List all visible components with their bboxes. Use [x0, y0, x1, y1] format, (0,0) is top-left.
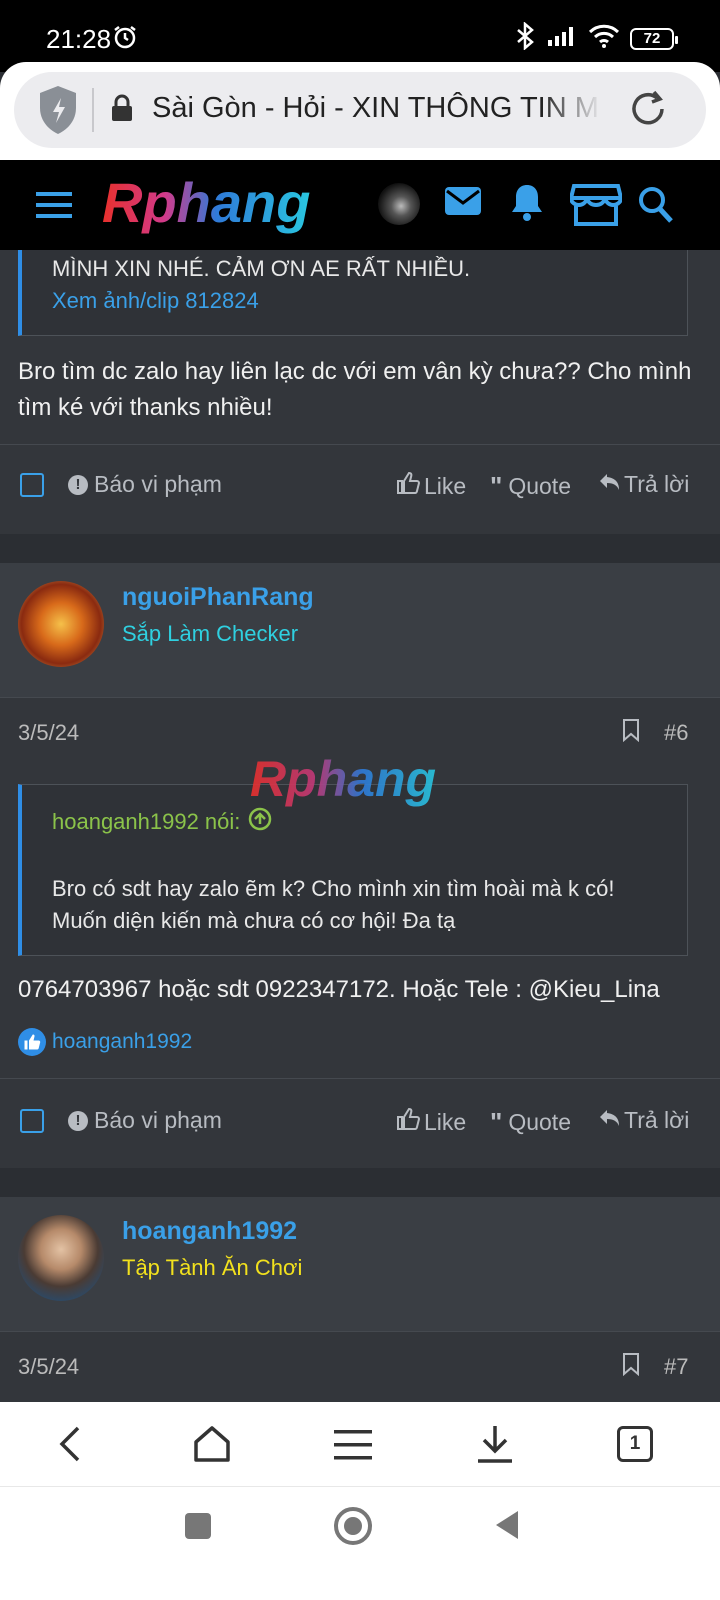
back-nav-icon[interactable] — [494, 1509, 520, 1546]
post-6-userbar: nguoiPhanRang Sắp Làm Checker — [0, 563, 720, 697]
post-body: 0764703967 hoặc sdt 0922347172. Hoặc Tel… — [18, 976, 660, 1003]
like-button[interactable]: Like — [396, 471, 466, 501]
report-button[interactable]: ! Báo vi phạm — [68, 471, 222, 498]
shield-icon[interactable] — [36, 84, 80, 141]
post-body: Bro tìm dc zalo hay liên lạc dc với em v… — [18, 358, 692, 421]
report-label: Báo vi phạm — [94, 1107, 222, 1133]
quote-icon: " — [490, 1107, 503, 1137]
mail-icon[interactable] — [444, 184, 482, 223]
search-icon[interactable] — [638, 186, 674, 229]
back-icon[interactable] — [56, 1424, 86, 1469]
post-7-userbar: hoanganh1992 Tập Tành Ăn Chơi — [0, 1197, 720, 1331]
bell-icon[interactable] — [510, 182, 544, 227]
store-icon[interactable] — [568, 182, 624, 231]
warning-icon: ! — [68, 1110, 88, 1131]
reply-button[interactable]: Trả lời — [598, 471, 689, 498]
reply-icon — [598, 1107, 620, 1134]
system-nav-bar — [0, 1486, 720, 1600]
reply-button[interactable]: Trả lời — [598, 1107, 689, 1134]
like-reaction-icon — [18, 1028, 46, 1056]
tabs-button[interactable]: 1 — [617, 1426, 653, 1462]
post-date[interactable]: 3/5/24 — [18, 720, 79, 746]
home-icon[interactable] — [192, 1424, 232, 1469]
post-number[interactable]: #6 — [664, 720, 688, 746]
user-avatar[interactable] — [378, 183, 420, 225]
report-label: Báo vi phạm — [94, 471, 222, 497]
svg-text:Rphang: Rphang — [250, 751, 436, 807]
browser-bottom-nav: 1 — [0, 1402, 720, 1486]
lock-icon — [110, 94, 134, 127]
avatar[interactable] — [18, 1215, 104, 1301]
home-nav-icon[interactable] — [334, 1507, 372, 1545]
user-rank: Sắp Làm Checker — [122, 621, 299, 646]
username[interactable]: nguoiPhanRang — [122, 583, 314, 612]
alarm-icon — [112, 24, 138, 55]
quote-text: MÌNH XIN NHÉ. CẢM ƠN AE RẤT NHIỀU. — [52, 256, 471, 281]
bookmark-icon[interactable] — [622, 718, 640, 747]
site-logo[interactable]: Rphang — [98, 171, 338, 243]
signal-icon — [546, 24, 578, 53]
reply-icon — [598, 471, 620, 498]
liked-by-user[interactable]: hoanganh1992 — [52, 1030, 192, 1054]
download-icon[interactable] — [476, 1424, 514, 1469]
quote-author-link[interactable]: hoanganh1992 nói: — [52, 807, 272, 837]
post-5: MÌNH XIN NHÉ. CẢM ƠN AE RẤT NHIỀU. Xem ả… — [0, 250, 720, 534]
post-6: 3/5/24 #6 hoanganh1992 nói: Bro có sdt h… — [0, 698, 720, 1168]
status-icons: 72 — [514, 21, 678, 55]
watermark-logo: Rphang — [248, 750, 468, 815]
quote-label: Quote — [508, 473, 571, 499]
quote-text: Bro có sdt hay zalo ẽm k? Cho mình xin t… — [52, 876, 615, 933]
wifi-icon — [588, 23, 620, 54]
warning-icon: ! — [68, 474, 88, 495]
recents-icon[interactable] — [185, 1513, 211, 1539]
quote-label: Quote — [508, 1109, 571, 1135]
bookmark-icon[interactable] — [622, 1352, 640, 1381]
user-rank: Tập Tành Ăn Chơi — [122, 1255, 303, 1280]
site-header: Rphang — [0, 160, 720, 250]
report-button[interactable]: ! Báo vi phạm — [68, 1107, 222, 1134]
like-label: Like — [424, 472, 467, 499]
post-actions: ! Báo vi phạm Like " Quote Trả lời — [0, 1079, 720, 1168]
bluetooth-icon — [514, 21, 536, 55]
avatar[interactable] — [18, 581, 104, 667]
select-checkbox[interactable] — [20, 473, 44, 497]
media-link[interactable]: Xem ảnh/clip 812824 — [52, 288, 259, 314]
select-checkbox[interactable] — [20, 1109, 44, 1133]
reactions-bar[interactable]: hoanganh1992 — [18, 1028, 192, 1056]
url-text[interactable]: Sài Gòn - Hỏi - XIN THÔNG TIN M — [152, 92, 602, 125]
battery-icon: 72 — [630, 27, 678, 50]
quote-button[interactable]: " Quote — [490, 471, 571, 502]
username[interactable]: hoanganh1992 — [122, 1217, 297, 1246]
svg-text:Rphang: Rphang — [102, 172, 310, 234]
like-button[interactable]: Like — [396, 1107, 466, 1137]
reply-label: Trả lời — [624, 471, 690, 497]
reply-label: Trả lời — [624, 1107, 690, 1133]
quote-button[interactable]: " Quote — [490, 1107, 571, 1138]
address-bar[interactable]: Sài Gòn - Hỏi - XIN THÔNG TIN M — [14, 72, 706, 148]
post-number[interactable]: #7 — [664, 1354, 688, 1380]
thumbs-up-icon — [396, 471, 421, 501]
post-date[interactable]: 3/5/24 — [18, 1354, 79, 1380]
browser-toolbar: Sài Gòn - Hỏi - XIN THÔNG TIN M — [0, 62, 720, 162]
status-time: 21:28 — [46, 24, 112, 54]
like-label: Like — [424, 1108, 467, 1135]
quote-block: MÌNH XIN NHÉ. CẢM ƠN AE RẤT NHIỀU. Xem ả… — [18, 250, 688, 336]
menu-icon[interactable] — [36, 190, 72, 225]
quote-icon: " — [490, 471, 503, 501]
address-separator — [92, 88, 94, 132]
quote-author: hoanganh1992 nói: — [52, 809, 241, 834]
menu-lines-icon[interactable] — [334, 1428, 372, 1467]
post-7: 3/5/24 #7 — [0, 1332, 720, 1402]
reload-icon[interactable] — [626, 86, 670, 137]
thumbs-up-icon — [396, 1107, 421, 1137]
post-actions: ! Báo vi phạm Like " Quote Trả lời — [0, 445, 720, 534]
